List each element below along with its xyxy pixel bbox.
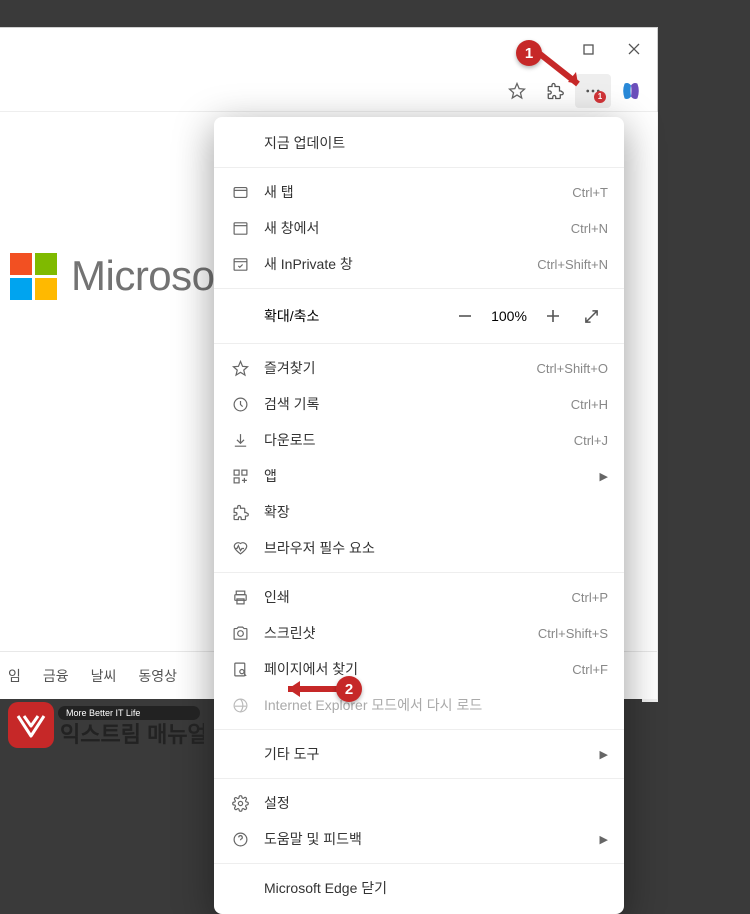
minus-icon xyxy=(458,309,472,323)
menu-zoom-row: 확대/축소 100% xyxy=(214,295,624,337)
microsoft-logo-text: Microsof xyxy=(71,252,226,300)
tab-icon xyxy=(230,182,250,202)
menu-item-label: Microsoft Edge 닫기 xyxy=(264,878,608,898)
menu-new-window[interactable]: 새 창에서 Ctrl+N xyxy=(214,210,624,246)
menu-item-shortcut: Ctrl+Shift+O xyxy=(536,361,608,376)
annotation-arrow-2 xyxy=(284,678,342,700)
menu-item-shortcut: Ctrl+Shift+N xyxy=(537,257,608,272)
annotation-step-2: 2 xyxy=(336,676,362,702)
menu-extensions[interactable]: 확장 xyxy=(214,494,624,530)
menu-item-label: 브라우저 필수 요소 xyxy=(264,538,608,558)
menu-separator xyxy=(214,572,624,573)
plus-icon xyxy=(546,309,560,323)
site-name: 익스트림 매뉴얼 xyxy=(60,722,204,747)
menu-separator xyxy=(214,288,624,289)
zoom-value: 100% xyxy=(484,308,534,324)
fullscreen-button[interactable] xyxy=(572,300,610,332)
chevron-right-icon: ▶ xyxy=(600,748,608,761)
copilot-button[interactable] xyxy=(613,74,649,108)
menu-favorites[interactable]: 즐겨찾기 Ctrl+Shift+O xyxy=(214,350,624,386)
zoom-in-button[interactable] xyxy=(534,300,572,332)
menu-find-on-page[interactable]: 페이지에서 찾기 Ctrl+F xyxy=(214,651,624,687)
menu-separator xyxy=(214,167,624,168)
site-watermark: More Better IT Life 익스트림 매뉴얼 xyxy=(8,702,204,755)
menu-item-shortcut: Ctrl+Shift+S xyxy=(538,626,608,641)
heartbeat-icon xyxy=(230,538,250,558)
menu-item-label: 지금 업데이트 xyxy=(264,133,608,153)
window-close-button[interactable] xyxy=(611,28,657,70)
menu-item-shortcut: Ctrl+N xyxy=(571,221,608,236)
menu-item-label: 인쇄 xyxy=(264,587,572,607)
menu-new-tab[interactable]: 새 탭 Ctrl+T xyxy=(214,174,624,210)
chevron-right-icon: ▶ xyxy=(600,470,608,483)
menu-update-now[interactable]: 지금 업데이트 xyxy=(214,125,624,161)
close-icon xyxy=(628,43,640,55)
category-tab[interactable]: 동영상 xyxy=(138,666,177,686)
fullscreen-icon xyxy=(584,309,599,324)
menu-item-shortcut: Ctrl+J xyxy=(574,433,608,448)
apps-icon xyxy=(230,466,250,486)
menu-browser-essentials[interactable]: 브라우저 필수 요소 xyxy=(214,530,624,566)
menu-separator xyxy=(214,863,624,864)
ie-icon xyxy=(230,695,250,715)
inprivate-icon xyxy=(230,254,250,274)
star-icon xyxy=(508,82,526,100)
menu-item-label: 앱 xyxy=(264,466,592,486)
settings-menu: 지금 업데이트 새 탭 Ctrl+T 새 창에서 Ctrl+N 새 InPriv… xyxy=(214,117,624,914)
menu-item-label: 다운로드 xyxy=(264,430,574,450)
menu-item-label: 스크린샷 xyxy=(264,623,538,643)
menu-item-label: 페이지에서 찾기 xyxy=(264,659,572,679)
menu-close-edge[interactable]: Microsoft Edge 닫기 xyxy=(214,870,624,906)
download-icon xyxy=(230,430,250,450)
microsoft-logo-icon xyxy=(10,253,57,300)
window-icon xyxy=(230,218,250,238)
menu-separator xyxy=(214,778,624,779)
history-icon xyxy=(230,394,250,414)
menu-ie-mode: Internet Explorer 모드에서 다시 로드 xyxy=(214,687,624,723)
menu-downloads[interactable]: 다운로드 Ctrl+J xyxy=(214,422,624,458)
site-tagline: More Better IT Life xyxy=(66,708,140,718)
menu-item-shortcut: Ctrl+F xyxy=(572,662,608,677)
menu-apps[interactable]: 앱 ▶ xyxy=(214,458,624,494)
menu-item-label: 기타 도구 xyxy=(264,744,592,764)
microsoft-logo: Microsof xyxy=(10,252,226,300)
menu-item-shortcut: Ctrl+H xyxy=(571,397,608,412)
category-tab[interactable]: 임 xyxy=(8,666,21,686)
menu-history[interactable]: 검색 기록 Ctrl+H xyxy=(214,386,624,422)
category-tab[interactable]: 금융 xyxy=(43,666,69,686)
menu-item-label: 도움말 및 피드백 xyxy=(264,829,592,849)
print-icon xyxy=(230,587,250,607)
menu-more-tools[interactable]: 기타 도구 ▶ xyxy=(214,736,624,772)
favorite-star-button[interactable] xyxy=(499,74,535,108)
menu-settings[interactable]: 설정 xyxy=(214,785,624,821)
menu-item-shortcut: Ctrl+T xyxy=(572,185,608,200)
star-icon xyxy=(230,358,250,378)
chevron-right-icon: ▶ xyxy=(600,833,608,846)
menu-item-shortcut: Ctrl+P xyxy=(572,590,608,605)
category-tab[interactable]: 날씨 xyxy=(91,666,117,686)
menu-item-label: 새 창에서 xyxy=(264,218,571,238)
menu-help-feedback[interactable]: 도움말 및 피드백 ▶ xyxy=(214,821,624,857)
menu-item-label: 설정 xyxy=(264,793,608,813)
menu-new-inprivate[interactable]: 새 InPrivate 창 Ctrl+Shift+N xyxy=(214,246,624,282)
menu-item-label: 검색 기록 xyxy=(264,394,571,414)
update-badge: 1 xyxy=(594,91,606,103)
menu-item-label: 확장 xyxy=(264,502,608,522)
extension-icon xyxy=(230,502,250,522)
screenshot-icon xyxy=(230,623,250,643)
zoom-out-button[interactable] xyxy=(446,300,484,332)
menu-print[interactable]: 인쇄 Ctrl+P xyxy=(214,579,624,615)
menu-item-label: 새 탭 xyxy=(264,182,572,202)
menu-separator xyxy=(214,343,624,344)
zoom-label: 확대/축소 xyxy=(264,306,446,326)
help-icon xyxy=(230,829,250,849)
annotation-arrow-1 xyxy=(534,48,586,92)
find-icon xyxy=(230,659,250,679)
copilot-icon xyxy=(620,80,642,102)
gear-icon xyxy=(230,793,250,813)
menu-separator xyxy=(214,729,624,730)
menu-item-label: 즐겨찾기 xyxy=(264,358,536,378)
menu-screenshot[interactable]: 스크린샷 Ctrl+Shift+S xyxy=(214,615,624,651)
menu-item-label: 새 InPrivate 창 xyxy=(264,254,537,274)
